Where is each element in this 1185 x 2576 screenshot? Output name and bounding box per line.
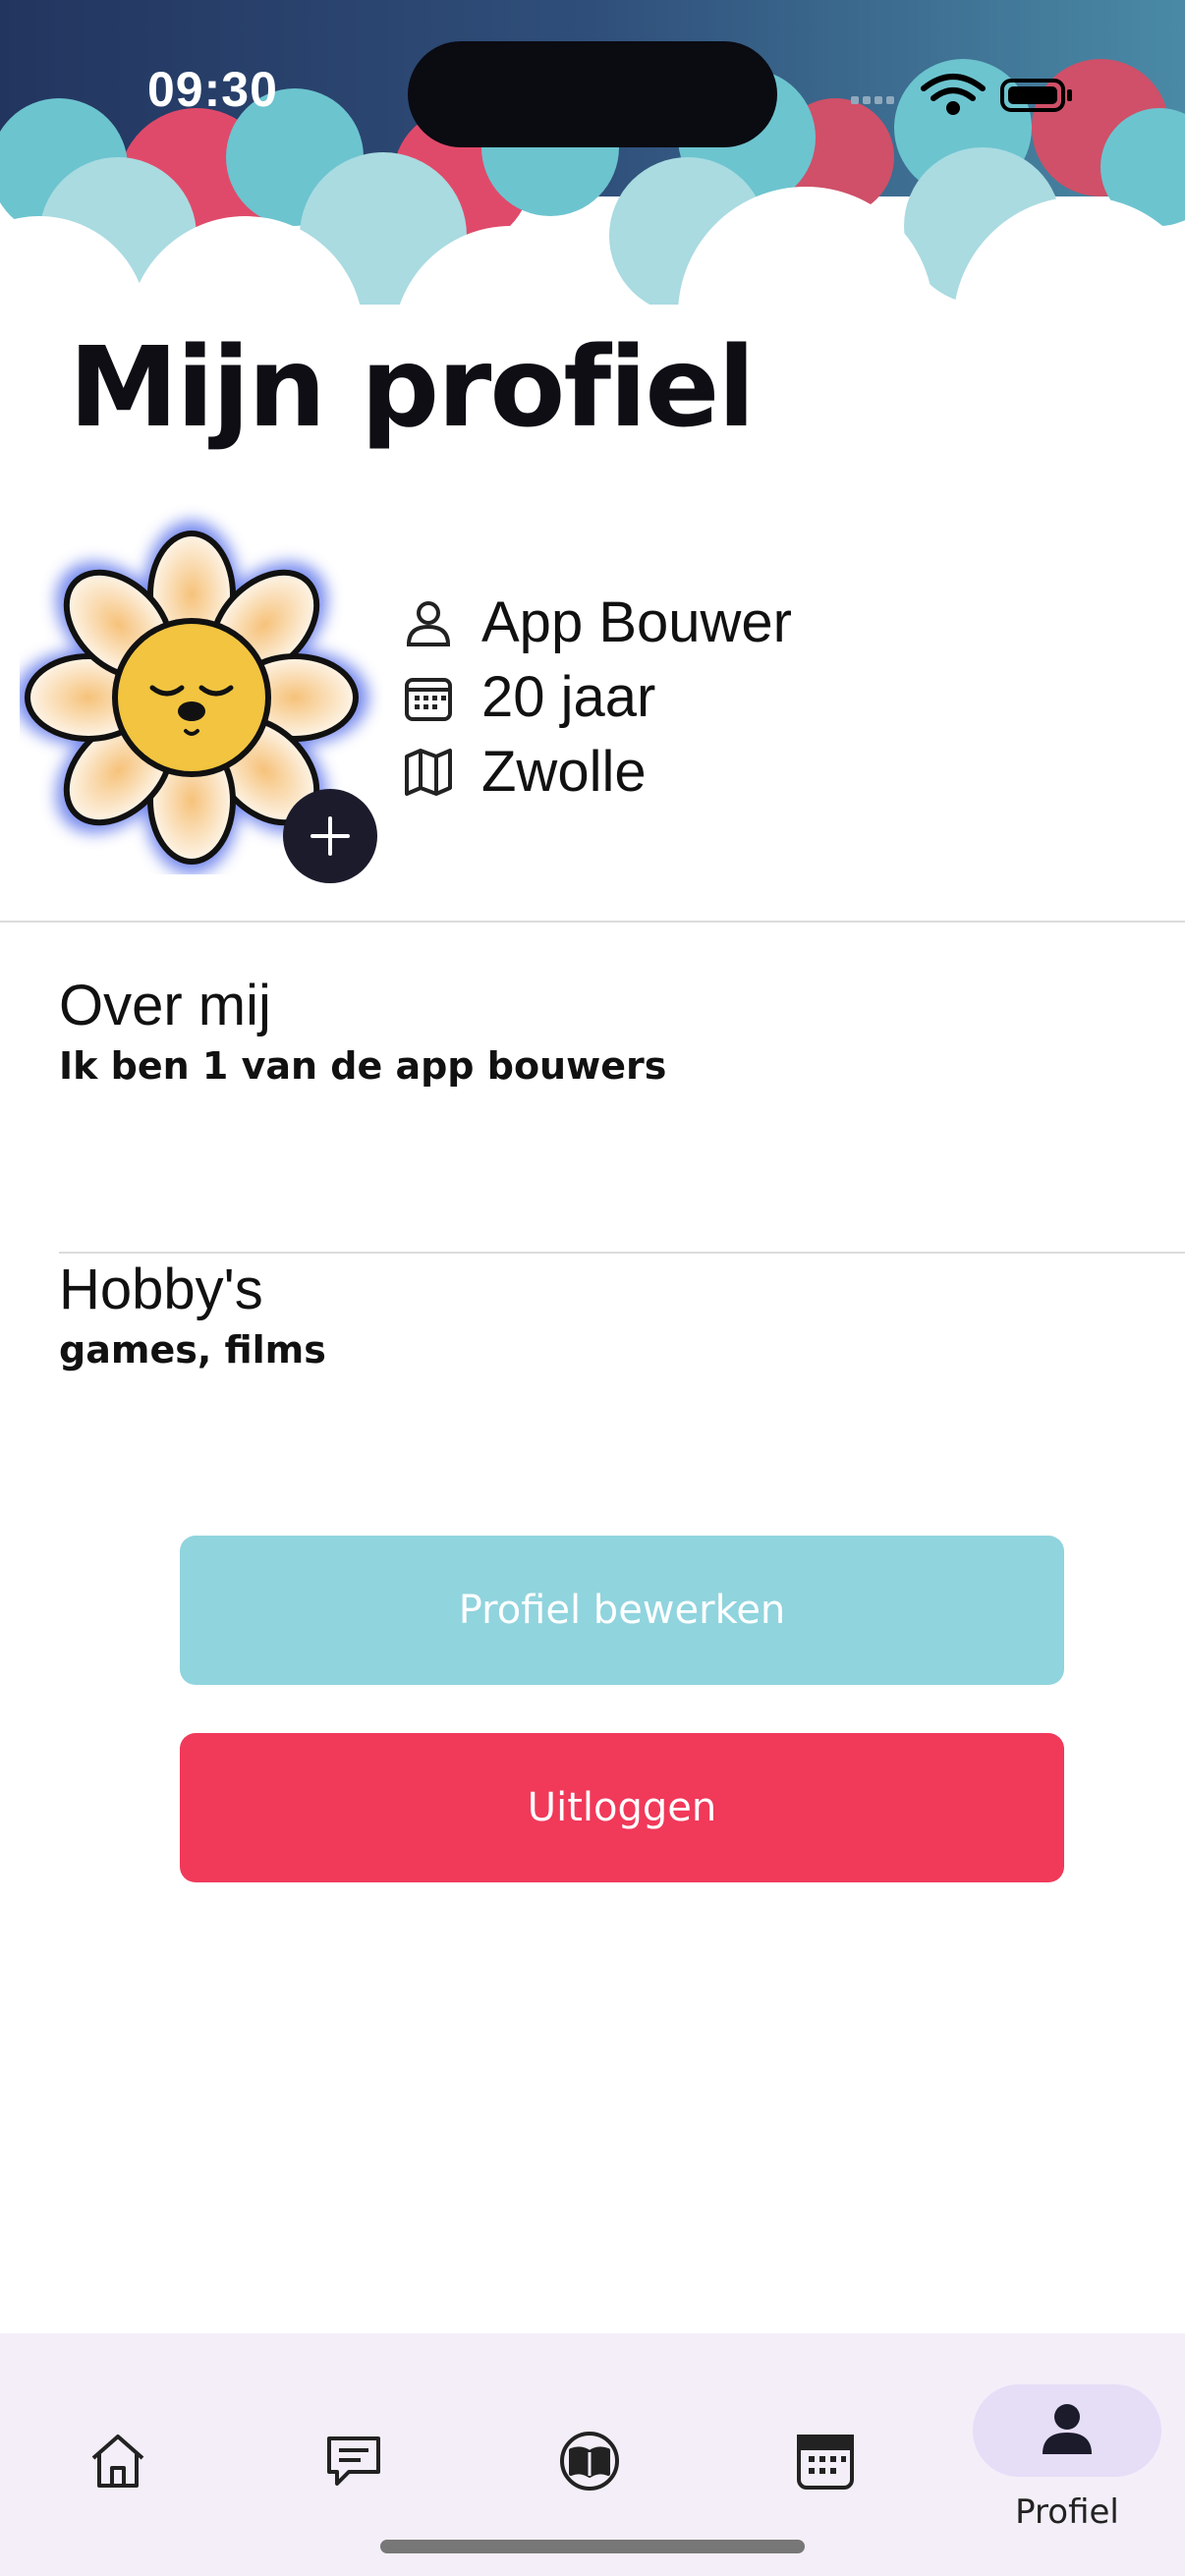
tab-book[interactable]: [545, 2417, 634, 2505]
map-icon: [405, 748, 452, 796]
divider: [59, 1252, 1185, 1254]
tab-profile-icon-wrap[interactable]: [1023, 2385, 1111, 2474]
calendar-icon: [405, 677, 452, 721]
profile-age-row: 20 jaar: [403, 664, 655, 730]
book-icon: [560, 2432, 619, 2491]
battery-icon: [1000, 79, 1072, 112]
signal-icon: [851, 96, 894, 104]
status-icons: [851, 74, 1072, 115]
person-icon: [1043, 2404, 1092, 2454]
wifi-icon: [921, 74, 986, 115]
home-icon: [91, 2435, 144, 2488]
hobbies-text: games, films: [59, 1328, 326, 1372]
profile-age: 20 jaar: [481, 665, 656, 729]
status-time: 09:30: [147, 62, 278, 117]
edit-profile-button[interactable]: Profiel bewerken: [180, 1536, 1064, 1685]
profile-city: Zwolle: [481, 740, 647, 804]
divider: [0, 921, 1185, 923]
hobbies-title: Hobby's: [59, 1258, 263, 1321]
chat-icon: [327, 2436, 380, 2486]
calendar-icon: [797, 2435, 854, 2490]
profile-city-row: Zwolle: [403, 739, 647, 805]
profile-name: App Bouwer: [481, 590, 792, 654]
add-photo-button[interactable]: [283, 789, 377, 883]
plus-icon: [310, 816, 350, 856]
home-indicator: [380, 2540, 805, 2553]
logout-button[interactable]: Uitloggen: [180, 1733, 1064, 1882]
profile-name-row: App Bouwer: [403, 589, 792, 655]
tab-profile-label: Profiel: [1015, 2492, 1119, 2532]
dynamic-island: [408, 41, 777, 147]
user-icon: [406, 600, 451, 646]
tab-home[interactable]: [74, 2417, 162, 2505]
tab-chat[interactable]: [310, 2417, 398, 2505]
about-text: Ik ben 1 van de app bouwers: [59, 1044, 667, 1088]
about-title: Over mij: [59, 974, 271, 1037]
page-title: Mijn profiel: [69, 324, 756, 452]
tab-calendar[interactable]: [781, 2417, 870, 2505]
